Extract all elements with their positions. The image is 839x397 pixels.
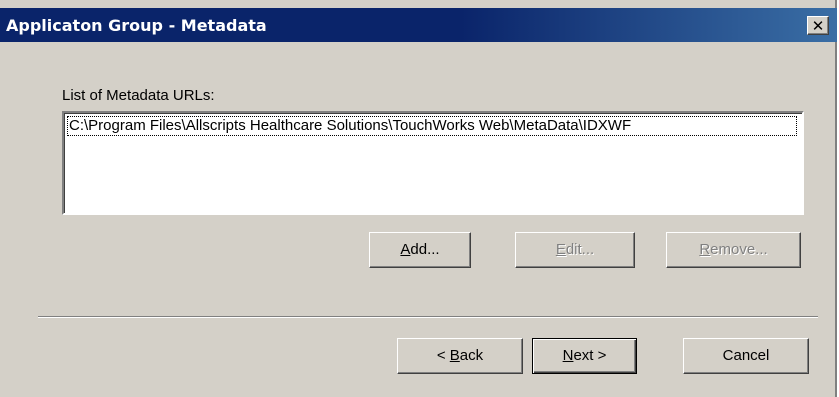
edit-button[interactable]: Edit... <box>515 232 635 268</box>
list-item[interactable]: C:\Program Files\Allscripts Healthcare S… <box>67 116 797 136</box>
close-button[interactable]: ✕ <box>807 16 829 35</box>
metadata-list-label: List of Metadata URLs: <box>62 87 215 104</box>
add-button[interactable]: Add... <box>369 232 471 268</box>
back-mnemonic: B <box>449 347 460 364</box>
edit-label: dit... <box>565 241 595 258</box>
next-mnemonic: N <box>562 347 574 364</box>
close-icon: ✕ <box>811 17 825 35</box>
back-prefix: < <box>436 347 450 364</box>
next-label: ext > <box>573 347 607 364</box>
next-button[interactable]: Next > <box>532 338 637 374</box>
back-label: ack <box>459 347 484 364</box>
title-bar[interactable]: Applicaton Group - Metadata ✕ <box>0 8 837 42</box>
back-button[interactable]: < Back <box>397 338 523 374</box>
add-mnemonic: A <box>400 241 411 258</box>
edit-mnemonic: E <box>555 241 566 258</box>
cancel-button[interactable]: Cancel <box>683 338 809 374</box>
dialog-title: Applicaton Group - Metadata <box>6 16 267 35</box>
remove-mnemonic: R <box>699 241 711 258</box>
remove-button[interactable]: Remove... <box>666 232 801 268</box>
remove-label: emove... <box>710 241 768 258</box>
dialog-window: Applicaton Group - Metadata ✕ List of Me… <box>0 0 837 397</box>
separator-line <box>38 316 818 318</box>
metadata-url-listbox[interactable]: C:\Program Files\Allscripts Healthcare S… <box>62 111 804 215</box>
add-label: dd... <box>410 241 440 258</box>
